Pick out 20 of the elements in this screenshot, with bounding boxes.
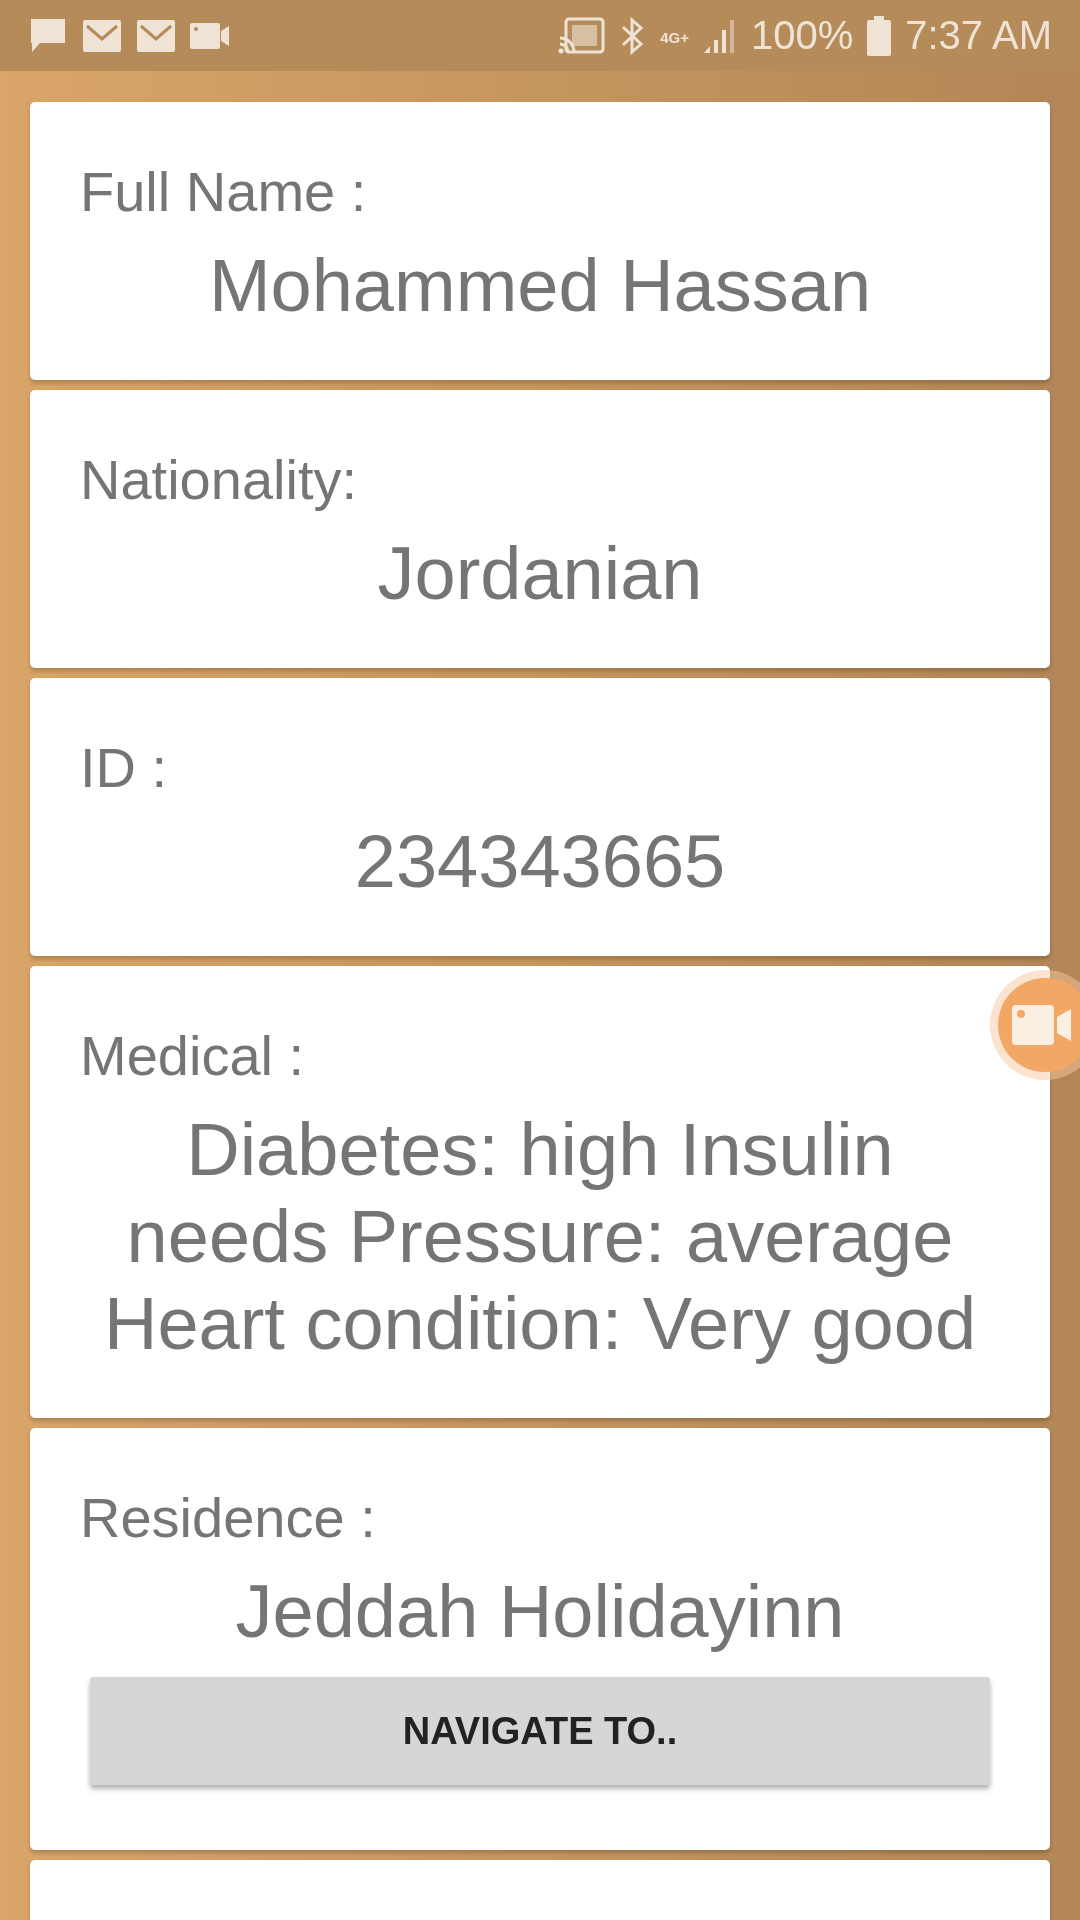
video-camera-icon	[190, 21, 230, 50]
field-label: Residence :	[80, 1488, 377, 1548]
field-label: Nationality:	[80, 450, 359, 510]
field-value: Jordanian	[376, 531, 704, 617]
battery-icon	[867, 15, 892, 56]
field-value: Mohammed Hassan	[207, 243, 873, 329]
field-label: ID :	[80, 738, 169, 798]
battery-percentage: 100%	[750, 13, 854, 58]
field-value: Diabetes: high Insulin needs Pressure: average Heart condition: Very good	[102, 1107, 978, 1367]
navigate-button[interactable]: NAVIGATE TO..	[90, 1677, 990, 1785]
network-type: 4G+	[660, 29, 689, 46]
field-label: Medical :	[80, 1026, 306, 1086]
clock-time: 7:37 AM	[905, 13, 1052, 58]
field-value: 234343665	[353, 819, 727, 905]
mail-icon	[82, 18, 122, 53]
signal-icon	[702, 17, 737, 54]
field-value: Jeddah Holidayinn	[234, 1569, 846, 1655]
field-label: Full Name :	[80, 162, 368, 222]
mail-icon	[136, 18, 176, 53]
cast-icon	[558, 15, 607, 56]
